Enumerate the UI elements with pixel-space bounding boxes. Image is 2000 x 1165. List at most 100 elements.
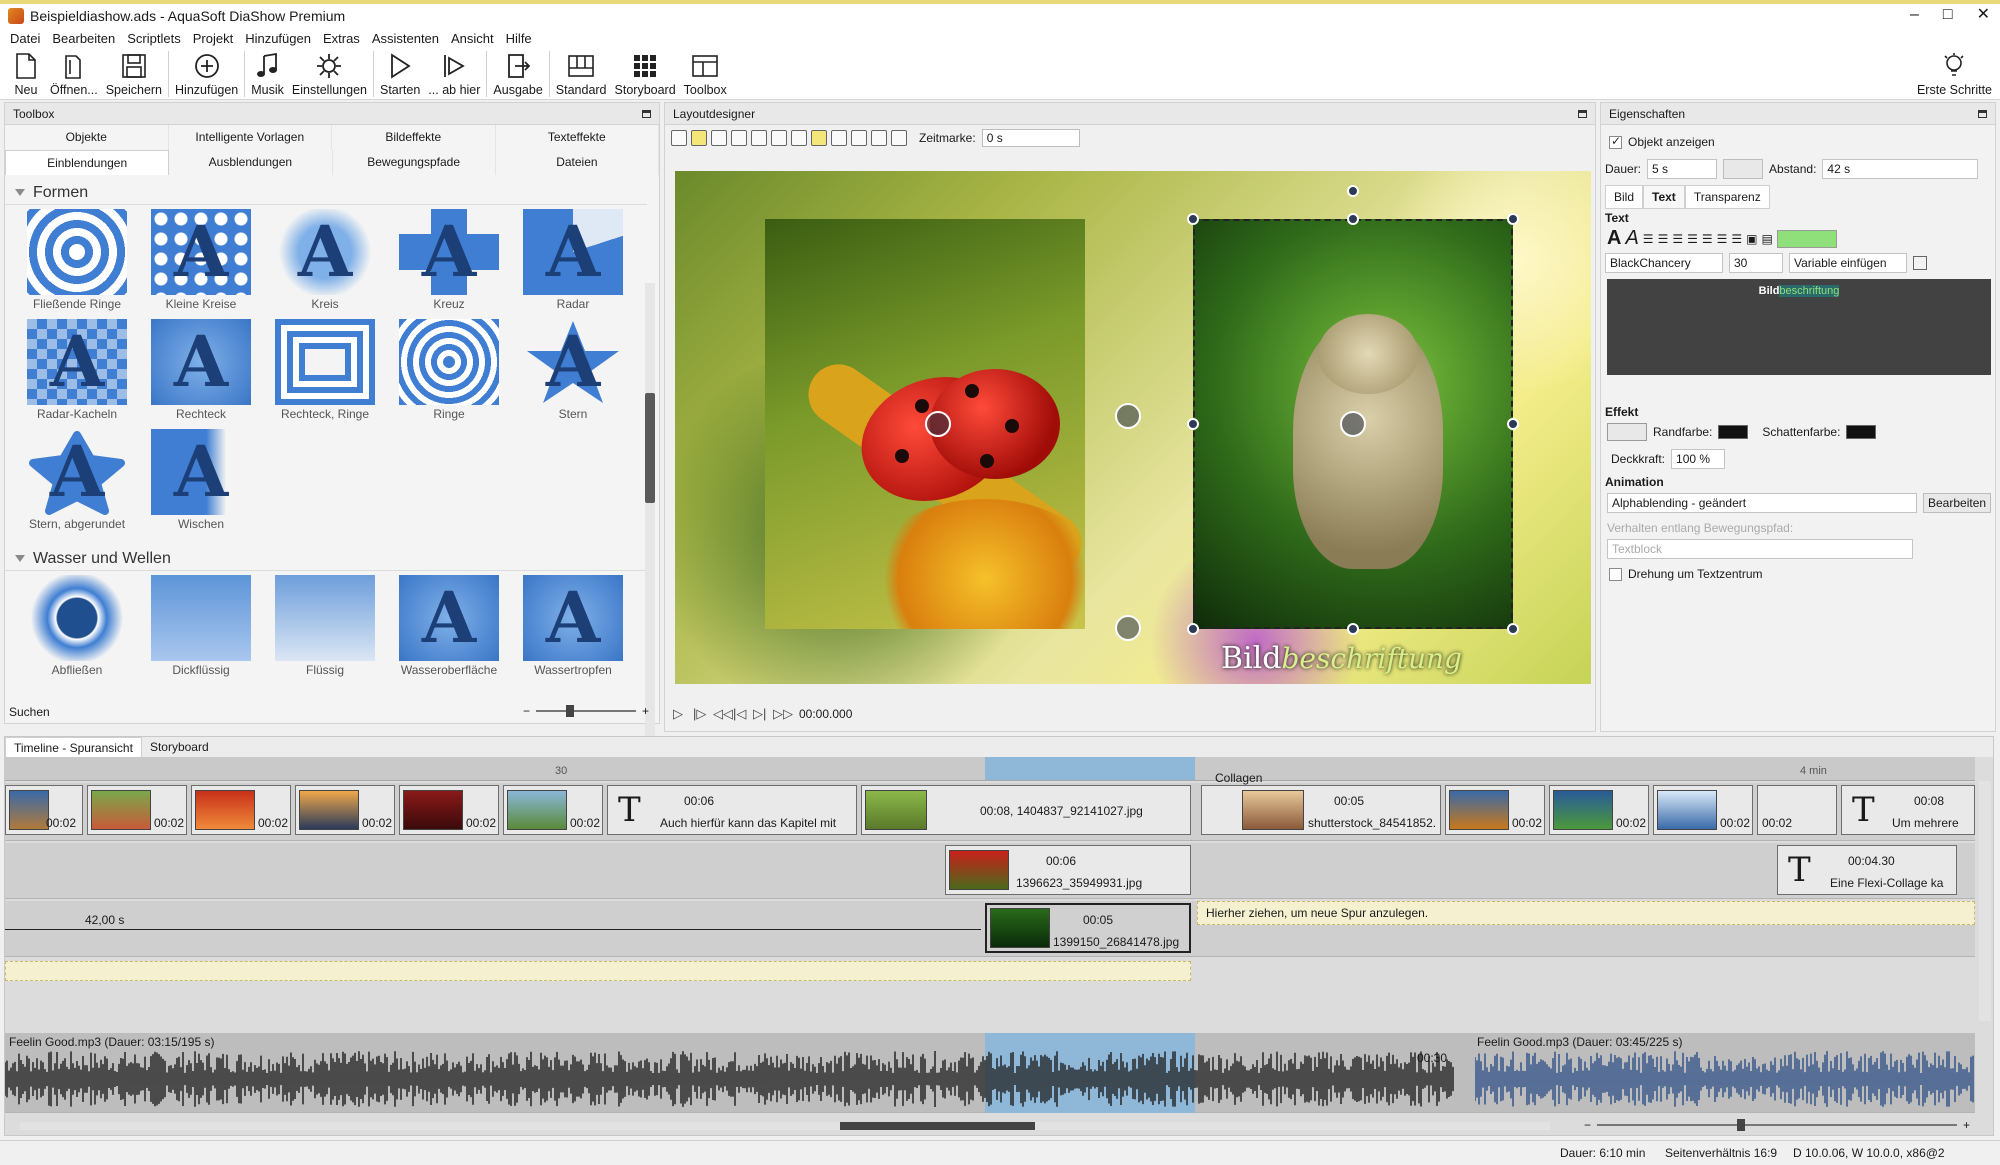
scrollbar-thumb[interactable] — [645, 393, 655, 503]
resize-handle[interactable] — [1507, 418, 1519, 430]
effect-tile[interactable]: A Wassertropfen — [511, 575, 635, 685]
resize-handle[interactable] — [1187, 623, 1199, 635]
zoom-out-icon[interactable]: − — [523, 704, 530, 718]
new-button[interactable]: Neu — [6, 48, 46, 97]
show-object-checkbox[interactable] — [1609, 134, 1622, 149]
text-clip[interactable]: T 00:08 Um mehrere — [1841, 785, 1975, 835]
music-button[interactable]: Musik — [247, 48, 288, 97]
effect-tile[interactable]: A Stern, abgerundet — [15, 429, 139, 539]
timeline-clip[interactable]: 00:02 — [399, 785, 499, 835]
link-icon[interactable] — [1723, 159, 1764, 179]
move-handle[interactable] — [1340, 411, 1366, 437]
close-button[interactable]: ✕ — [1977, 4, 1990, 26]
shadow-color-swatch[interactable] — [1846, 425, 1877, 439]
rotate-checkbox[interactable] — [1609, 567, 1622, 581]
timeline-clip[interactable]: 00:06 1396623_35949931.jpg — [945, 845, 1191, 895]
fast-forward-icon[interactable]: ▷▷ — [773, 707, 793, 721]
border-color-swatch[interactable] — [1718, 425, 1749, 439]
menu-assistenten[interactable]: Assistenten — [372, 31, 439, 46]
text-color-picker[interactable] — [1776, 229, 1837, 248]
zoom-in-tool-icon[interactable] — [731, 130, 747, 146]
resize-handle[interactable] — [1187, 418, 1199, 430]
list-tool-icon[interactable] — [711, 130, 727, 146]
menu-hilfe[interactable]: Hilfe — [506, 31, 532, 46]
timeline-clip[interactable]: 00:02 — [503, 785, 603, 835]
duration-input[interactable]: 5 s — [1647, 159, 1718, 179]
menu-hinzufuegen[interactable]: Hinzufügen — [245, 31, 311, 46]
menu-ansicht[interactable]: Ansicht — [451, 31, 494, 46]
hscrollbar-track[interactable] — [20, 1122, 1550, 1130]
move-handle[interactable] — [925, 411, 951, 437]
timeline-zoom[interactable]: − + — [1584, 1118, 1970, 1132]
start-button[interactable]: Starten — [376, 48, 424, 97]
effect-tile[interactable]: A Radar-Kacheln — [15, 319, 139, 429]
tab-intelligente-vorlagen[interactable]: Intelligente Vorlagen — [169, 125, 332, 150]
tab-text[interactable]: Text — [1643, 185, 1685, 209]
menu-scriptlets[interactable]: Scriptlets — [127, 31, 180, 46]
save-button[interactable]: Speichern — [102, 48, 166, 97]
timeline-clip-selected[interactable]: 00:05 1399150_26841478.jpg — [985, 903, 1191, 953]
settings-button[interactable]: Einstellungen — [288, 48, 371, 97]
grid-tool-icon[interactable] — [791, 130, 807, 146]
tab-storyboard[interactable]: Storyboard — [142, 737, 217, 757]
effect-tile[interactable]: Fließende Ringe — [15, 209, 139, 319]
tab-objekte[interactable]: Objekte — [5, 125, 169, 150]
effect-tile[interactable]: Flüssig — [263, 575, 387, 685]
tab-bildeffekte[interactable]: Bildeffekte — [332, 125, 496, 150]
menu-extras[interactable]: Extras — [323, 31, 360, 46]
resize-handle[interactable] — [1507, 213, 1519, 225]
first-steps-button[interactable]: Erste Schritte — [1913, 48, 1996, 97]
timeline-clip[interactable]: 00:02 — [1653, 785, 1753, 835]
audio-waveform-1[interactable] — [5, 1049, 1455, 1119]
align-center-icon[interactable]: ☰ — [1658, 232, 1669, 246]
section-formen[interactable]: Formen — [5, 181, 647, 205]
timeline-clip[interactable]: 00:02 — [1445, 785, 1545, 835]
open-button[interactable]: Öffnen... — [46, 48, 102, 97]
previous-icon[interactable]: |◁ — [733, 707, 747, 721]
panel-pin-icon[interactable] — [642, 110, 651, 118]
valign-top-icon[interactable]: ☰ — [1702, 232, 1713, 246]
remove-frame-tool-icon[interactable] — [871, 130, 887, 146]
rewind-icon[interactable]: ◁◁ — [713, 707, 733, 721]
show-object-row[interactable]: Objekt anzeigen — [1609, 134, 1715, 149]
standard-view-button[interactable]: Standard — [552, 48, 611, 97]
effect-tile[interactable]: Dickflüssig — [139, 575, 263, 685]
effect-tile[interactable]: A Kleine Kreise — [139, 209, 263, 319]
caption-text[interactable]: Bildbeschriftung — [1221, 641, 1462, 676]
rotate-handle[interactable] — [1347, 185, 1359, 197]
effect-tile[interactable]: A Kreuz — [387, 209, 511, 319]
timeline-clip[interactable]: 00:08, 1404837_92141027.jpg — [861, 785, 1191, 835]
panel-pin-icon[interactable] — [1978, 110, 1987, 118]
panel-pin-icon[interactable] — [1578, 110, 1587, 118]
toolbox-view-button[interactable]: Toolbox — [680, 48, 731, 97]
text-style-icon[interactable]: ▤ — [1762, 232, 1773, 246]
resize-handle[interactable] — [1347, 213, 1359, 225]
next-icon[interactable]: ▷| — [753, 707, 767, 721]
tab-einblendungen[interactable]: Einblendungen — [5, 150, 170, 175]
zeitmarke-input[interactable]: 0 s — [981, 129, 1080, 147]
zoom-out-tool-icon[interactable] — [751, 130, 767, 146]
edit-animation-button[interactable]: Bearbeiten — [1923, 493, 1992, 513]
new-track-dropzone[interactable]: Hierher ziehen, um neue Spur anzulegen. — [1197, 901, 1975, 925]
camera-tool-icon[interactable] — [831, 130, 847, 146]
text-box-icon[interactable]: ▣ — [1746, 232, 1757, 246]
variable-select[interactable]: Variable einfügen — [1789, 253, 1907, 273]
copy-icon[interactable] — [1913, 256, 1927, 270]
timeline-clip[interactable]: 00:02 — [87, 785, 187, 835]
resize-handle[interactable] — [1507, 623, 1519, 635]
preview-stage[interactable]: Bildbeschriftung — [675, 171, 1591, 684]
effect-tile[interactable]: Ringe — [387, 319, 511, 429]
valign-middle-icon[interactable]: ☰ — [1717, 232, 1728, 246]
text-clip[interactable]: T 00:04.30 Eine Flexi-Collage ka — [1777, 845, 1957, 895]
timeline-clip[interactable]: 00:02 — [1549, 785, 1649, 835]
storyboard-view-button[interactable]: Storyboard — [611, 48, 680, 97]
effect-tile[interactable]: Abfließen — [15, 575, 139, 685]
zoom-out-icon[interactable]: − — [1584, 1118, 1591, 1132]
tab-transparenz[interactable]: Transparenz — [1684, 185, 1770, 209]
tab-timeline[interactable]: Timeline - Spuransicht — [5, 737, 142, 757]
text-preview[interactable]: Bildbeschriftung — [1607, 279, 1991, 375]
time-ruler[interactable]: 30 4 min — [5, 757, 1975, 781]
text-clip[interactable]: 00:02 — [1757, 785, 1837, 835]
move-handle[interactable] — [1115, 615, 1141, 641]
animation-select[interactable]: Alphablending - geändert — [1607, 493, 1917, 513]
